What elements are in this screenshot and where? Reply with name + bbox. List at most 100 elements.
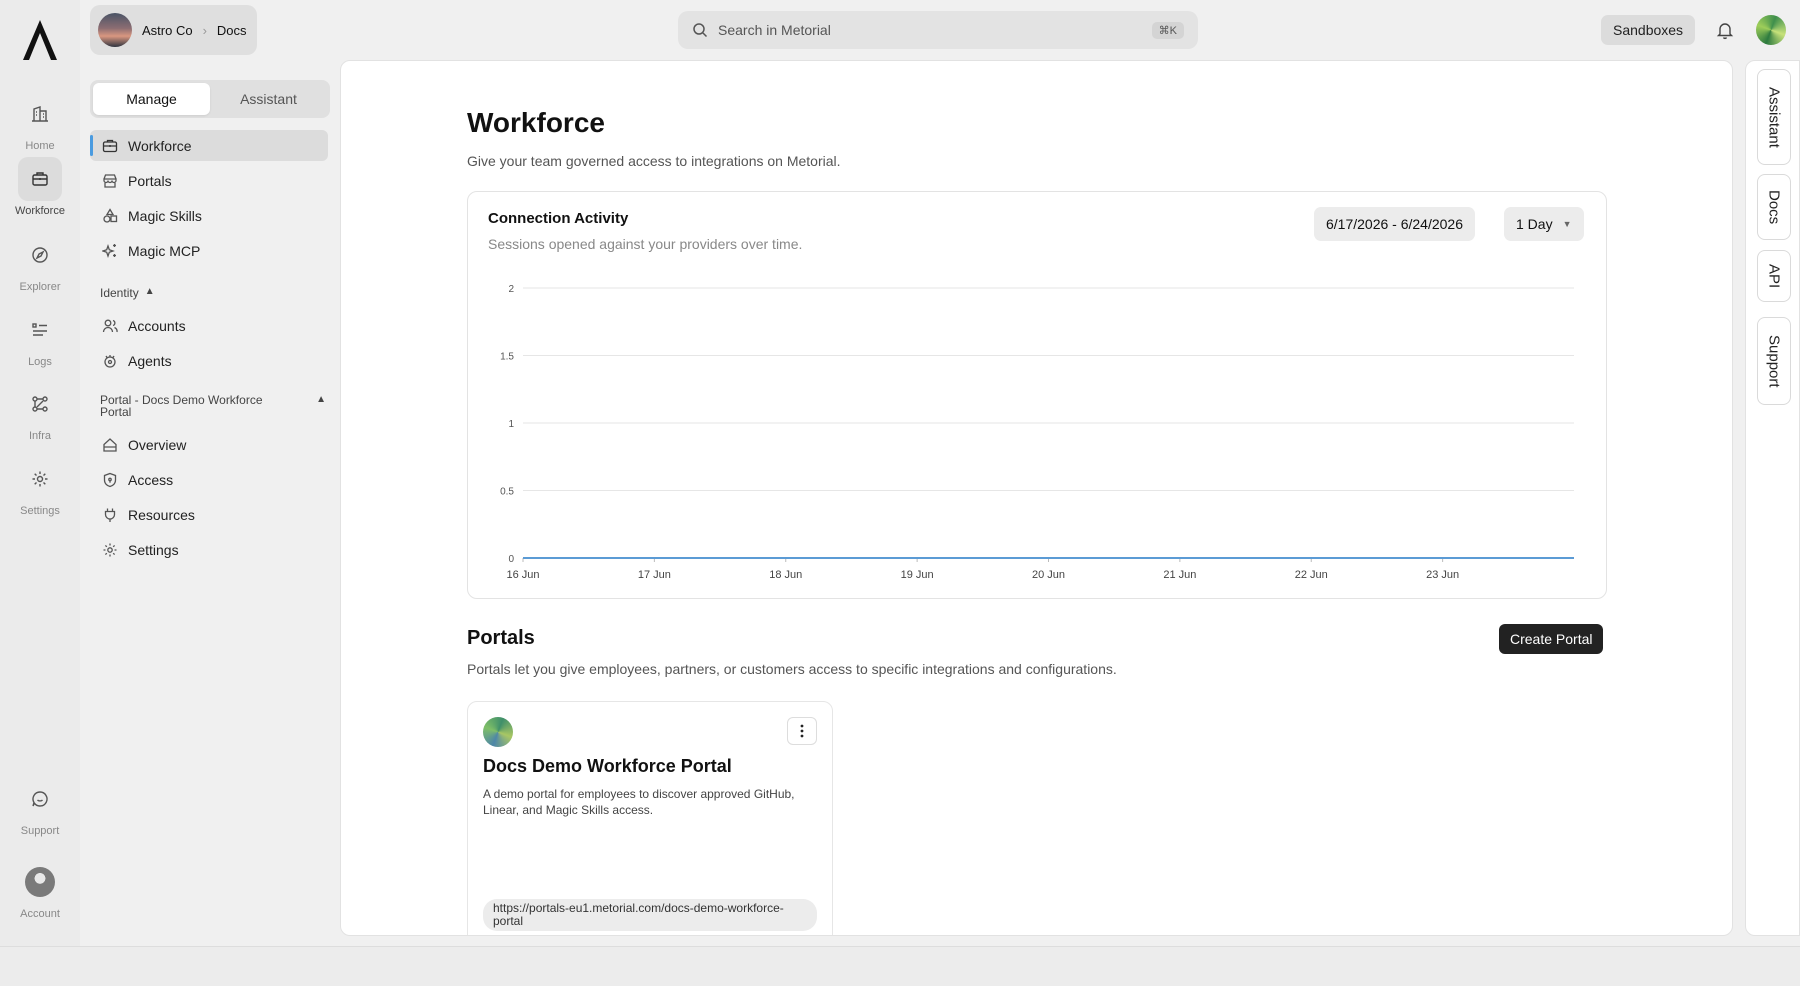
users-icon: [102, 319, 118, 332]
x-tick-label: 22 Jun: [1295, 569, 1328, 581]
sidebar-item-label: Settings: [128, 541, 179, 558]
shapes-icon: [103, 207, 118, 223]
card-title: Connection Activity: [488, 210, 629, 227]
gear-icon: [103, 543, 117, 556]
tab-support-panel[interactable]: Support: [1757, 317, 1791, 405]
briefcase-icon: [102, 139, 118, 152]
bottom-bar: [0, 946, 1800, 986]
x-tick-label: 17 Jun: [638, 569, 671, 581]
sidebar-item-settings[interactable]: Settings: [90, 534, 328, 565]
sidebar-item-magic-skills[interactable]: Magic Skills: [90, 200, 328, 231]
sidebar-item-label: Workforce: [128, 137, 192, 154]
breadcrumb-current[interactable]: Docs: [217, 23, 247, 38]
sidebar-item-accounts[interactable]: Accounts: [90, 310, 328, 341]
sparkles-icon: [102, 243, 116, 258]
rail-item-explorer[interactable]: Explorer: [0, 233, 80, 293]
rail-item-workforce[interactable]: Workforce: [0, 157, 80, 217]
search-input[interactable]: Search in Metorial ⌘K: [678, 11, 1198, 49]
sidebar-item-overview[interactable]: Overview: [90, 429, 328, 460]
rail-label: Home: [25, 140, 55, 152]
briefcase-icon: [18, 157, 62, 201]
sidebar-identity-nav: Accounts Agents: [90, 310, 328, 380]
rail-item-settings[interactable]: Settings: [0, 457, 80, 517]
sidebar-item-label: Portals: [128, 172, 172, 189]
sidebar-main-nav: Workforce Portals Magic Skills Magic MCP: [90, 130, 328, 270]
x-tick-label: 20 Jun: [1032, 569, 1065, 581]
rail-item-support[interactable]: Support: [0, 777, 80, 837]
tab-assistant[interactable]: Assistant: [210, 83, 327, 115]
gear-icon: [18, 457, 62, 501]
breadcrumb-org[interactable]: Astro Co: [142, 23, 193, 38]
store-icon: [103, 173, 117, 188]
y-tick-label: 1: [508, 419, 514, 430]
right-tab-rail: Assistant Docs API Support: [1745, 60, 1800, 936]
vtab-label: API: [1765, 263, 1783, 289]
rail-item-infra[interactable]: Infra: [0, 382, 80, 442]
sandboxes-button[interactable]: Sandboxes: [1601, 15, 1696, 45]
create-portal-button[interactable]: Create Portal: [1499, 624, 1604, 654]
page-subtitle: Give your team governed access to integr…: [467, 153, 841, 169]
sidebar-item-label: Resources: [128, 506, 195, 523]
sidebar-portal-nav: Overview Access Resources Settings: [90, 429, 328, 569]
vtab-label: Docs: [1765, 189, 1783, 225]
sidebar-item-agents[interactable]: Agents: [90, 345, 328, 376]
section-title-portals: Portals: [467, 627, 535, 649]
sidebar-item-resources[interactable]: Resources: [90, 499, 328, 530]
search-icon: [693, 23, 708, 38]
more-vertical-icon: [800, 724, 804, 738]
section-portal-label: Portal - Docs Demo Workforce Portal: [100, 393, 263, 419]
sidebar-item-workforce[interactable]: Workforce: [90, 130, 328, 161]
breadcrumb[interactable]: Astro Co › Docs: [90, 5, 257, 55]
tab-docs-panel[interactable]: Docs: [1757, 174, 1791, 240]
metorial-logo[interactable]: [20, 18, 60, 62]
rail-label: Logs: [28, 356, 52, 368]
page-title: Workforce: [467, 107, 605, 138]
compass-icon: [18, 233, 62, 277]
x-tick-label: 23 Jun: [1426, 569, 1459, 581]
sidebar-item-magic-mcp[interactable]: Magic MCP: [90, 235, 328, 266]
section-subtitle-portals: Portals let you give employees, partners…: [467, 661, 1117, 677]
chevron-up-icon: ▲: [144, 286, 155, 297]
sidebar-item-label: Magic MCP: [128, 242, 201, 259]
rail-item-home[interactable]: Home: [0, 92, 80, 152]
portal-url[interactable]: https://portals-eu1.metorial.com/docs-de…: [483, 899, 817, 931]
interval-value: 1 Day: [1516, 216, 1553, 232]
search-placeholder: Search in Metorial: [718, 22, 831, 38]
sidebar-item-access[interactable]: Access: [90, 464, 328, 495]
rail-label: Account: [20, 908, 60, 920]
rail-label: Workforce: [15, 205, 65, 217]
bot-icon: [104, 354, 116, 368]
main-panel: Workforce Give your team governed access…: [340, 60, 1733, 936]
more-options-button[interactable]: [787, 717, 817, 745]
y-tick-label: 2: [508, 284, 514, 295]
y-tick-label: 0: [508, 554, 514, 565]
building-icon: [18, 92, 62, 136]
chevron-down-icon: ▼: [1562, 219, 1572, 229]
portal-card[interactable]: Docs Demo Workforce Portal A demo portal…: [467, 701, 833, 935]
card-subtitle: Sessions opened against your providers o…: [488, 236, 803, 252]
rail-item-account[interactable]: Account: [0, 860, 80, 920]
tab-assistant-panel[interactable]: Assistant: [1757, 69, 1791, 165]
vtab-label: Assistant: [1765, 86, 1783, 148]
y-tick-label: 1.5: [500, 352, 514, 363]
section-portal[interactable]: Portal - Docs Demo Workforce Portal ▲: [90, 394, 326, 418]
portal-avatar: [483, 717, 513, 747]
section-identity[interactable]: Identity ▲: [90, 286, 155, 300]
portal-name: Docs Demo Workforce Portal: [483, 756, 732, 776]
rail-label: Infra: [28, 430, 51, 442]
rail-item-logs[interactable]: Logs: [0, 308, 80, 368]
list-icon: [18, 308, 62, 352]
bell-icon[interactable]: [1714, 19, 1736, 41]
tab-api-panel[interactable]: API: [1757, 250, 1791, 302]
rail-label: Explorer: [19, 281, 61, 293]
date-range-picker[interactable]: 6/17/2026 - 6/24/2026: [1314, 207, 1476, 241]
sidebar-item-portals[interactable]: Portals: [90, 165, 328, 196]
rail-label: Settings: [20, 505, 60, 517]
icon-rail: Home Workforce Explorer Logs Infra Setti…: [0, 0, 80, 946]
account-avatar: [18, 860, 62, 904]
connection-activity-card: Connection Activity Sessions opened agai…: [467, 191, 1607, 599]
interval-select[interactable]: 1 Day ▼: [1504, 207, 1584, 241]
user-avatar[interactable]: [1756, 15, 1786, 45]
x-tick-label: 19 Jun: [901, 569, 934, 581]
tab-manage[interactable]: Manage: [93, 83, 210, 115]
